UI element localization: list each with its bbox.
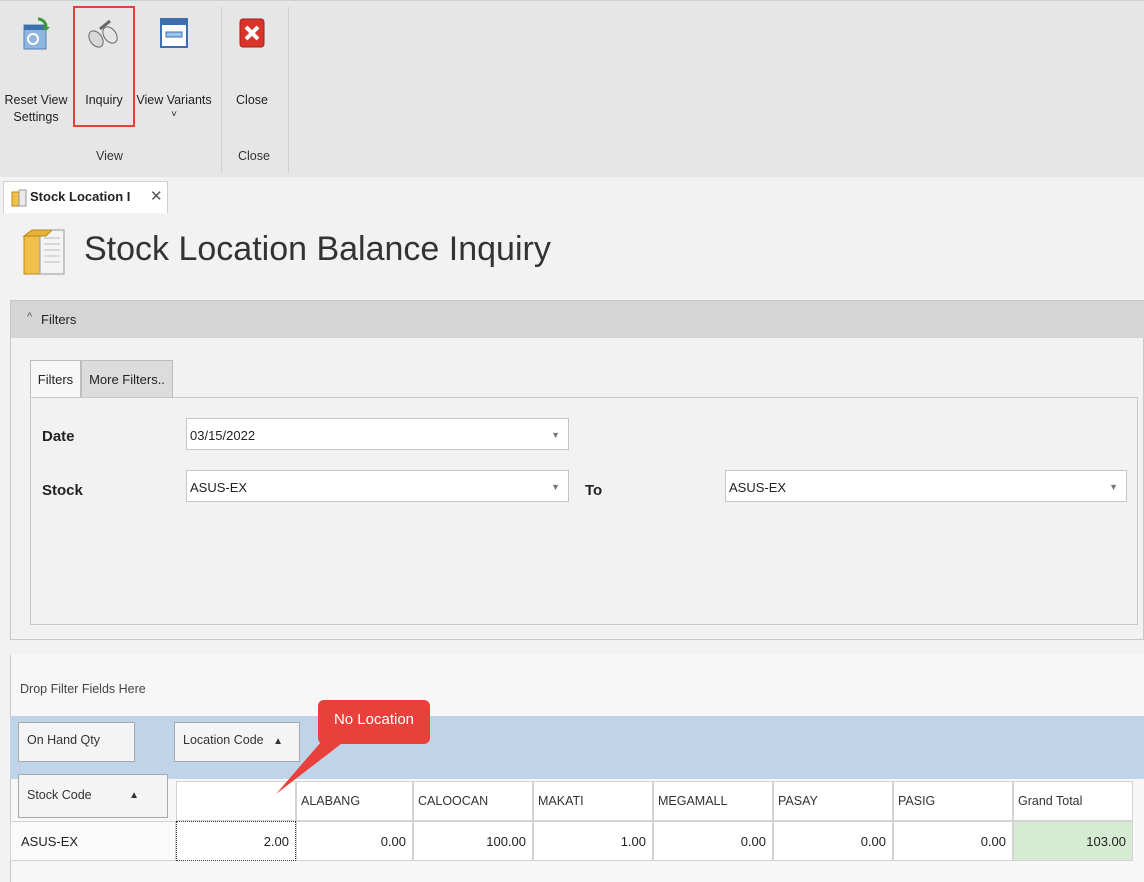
location-code-label: Location Code bbox=[183, 733, 264, 747]
filters-header-label: Filters bbox=[41, 312, 77, 327]
stock-from-field[interactable]: ASUS-EX ▼ bbox=[186, 470, 569, 502]
column-header-grand-total[interactable]: Grand Total bbox=[1013, 781, 1133, 821]
column-header-caloocan[interactable]: CALOOCAN bbox=[413, 781, 533, 821]
sort-ascending-icon: ▲ bbox=[129, 790, 139, 801]
date-value: 03/15/2022 bbox=[190, 428, 256, 443]
stock-code-label: Stock Code bbox=[27, 788, 92, 802]
date-label: Date bbox=[42, 428, 75, 445]
group-separator bbox=[288, 7, 289, 173]
tab-close-icon[interactable]: ✕ bbox=[150, 187, 163, 205]
pivot-cell[interactable]: 0.00 bbox=[296, 821, 413, 861]
group-separator bbox=[221, 7, 222, 173]
on-hand-qty-field[interactable]: On Hand Qty bbox=[18, 722, 135, 762]
page-title: Stock Location Balance Inquiry bbox=[84, 230, 551, 268]
column-header-makati[interactable]: MAKATI bbox=[533, 781, 653, 821]
pivot-cell[interactable]: 2.00 bbox=[176, 821, 296, 861]
pivot-cell[interactable]: 100.00 bbox=[413, 821, 533, 861]
inquiry-highlight-box bbox=[73, 6, 135, 127]
tab-stock-location[interactable]: Stock Location I ✕ bbox=[3, 181, 168, 213]
view-variants-button[interactable]: View Variants ˅ bbox=[134, 5, 214, 121]
column-header-pasig[interactable]: PASIG bbox=[893, 781, 1013, 821]
grand-total-cell[interactable]: 103.00 bbox=[1013, 821, 1133, 861]
tab-filters[interactable]: Filters bbox=[30, 360, 81, 398]
drop-filter-area[interactable]: Drop Filter Fields Here bbox=[20, 682, 146, 696]
stock-label: Stock bbox=[42, 482, 83, 499]
column-header-megamall[interactable]: MEGAMALL bbox=[653, 781, 773, 821]
date-field[interactable]: 03/15/2022 ▼ bbox=[186, 418, 569, 450]
view-variants-icon bbox=[160, 18, 188, 48]
view-variants-label: View Variants bbox=[136, 93, 212, 107]
no-location-callout: No Location bbox=[318, 700, 430, 744]
on-hand-qty-label: On Hand Qty bbox=[27, 733, 100, 747]
column-header-pasay[interactable]: PASAY bbox=[773, 781, 893, 821]
dropdown-arrow-icon[interactable]: ▼ bbox=[551, 430, 560, 440]
pivot-cell[interactable]: 1.00 bbox=[533, 821, 653, 861]
document-tab-bar bbox=[0, 177, 1144, 214]
chevron-up-icon: ^ bbox=[27, 311, 33, 323]
chevron-down-icon: ˅ bbox=[171, 109, 177, 120]
stock-box-icon bbox=[11, 189, 27, 207]
group-label-view: View bbox=[96, 149, 123, 163]
stock-to-value: ASUS-EX bbox=[729, 480, 787, 495]
close-label: Close bbox=[236, 93, 268, 107]
tab-more-filters[interactable]: More Filters.. bbox=[81, 360, 173, 398]
tab-label: Stock Location I bbox=[30, 189, 131, 204]
pivot-cell[interactable]: 0.00 bbox=[773, 821, 893, 861]
dropdown-arrow-icon[interactable]: ▼ bbox=[551, 482, 560, 492]
close-icon bbox=[239, 18, 265, 48]
stock-code-field[interactable]: Stock Code ▲ bbox=[18, 774, 168, 818]
to-label: To bbox=[585, 482, 603, 499]
reset-view-icon bbox=[23, 17, 50, 50]
stock-location-icon bbox=[22, 229, 65, 275]
dropdown-arrow-icon[interactable]: ▼ bbox=[1109, 482, 1118, 492]
reset-view-settings-button[interactable]: Reset View Settings bbox=[2, 5, 70, 126]
reset-view-label-1: Reset View bbox=[4, 93, 68, 107]
stock-to-field[interactable]: ASUS-EX ▼ bbox=[725, 470, 1127, 502]
reset-view-label-2: Settings bbox=[13, 110, 59, 124]
close-button[interactable]: Close bbox=[230, 5, 274, 109]
ribbon: Reset View Settings Inquiry View Variant… bbox=[0, 0, 1144, 178]
stock-from-value: ASUS-EX bbox=[190, 480, 248, 495]
row-header-stock-code[interactable]: ASUS-EX bbox=[10, 821, 176, 861]
filters-header[interactable]: ^ Filters bbox=[11, 301, 1144, 338]
pivot-cell[interactable]: 0.00 bbox=[653, 821, 773, 861]
group-label-close: Close bbox=[238, 149, 270, 163]
pivot-cell[interactable]: 0.00 bbox=[893, 821, 1013, 861]
